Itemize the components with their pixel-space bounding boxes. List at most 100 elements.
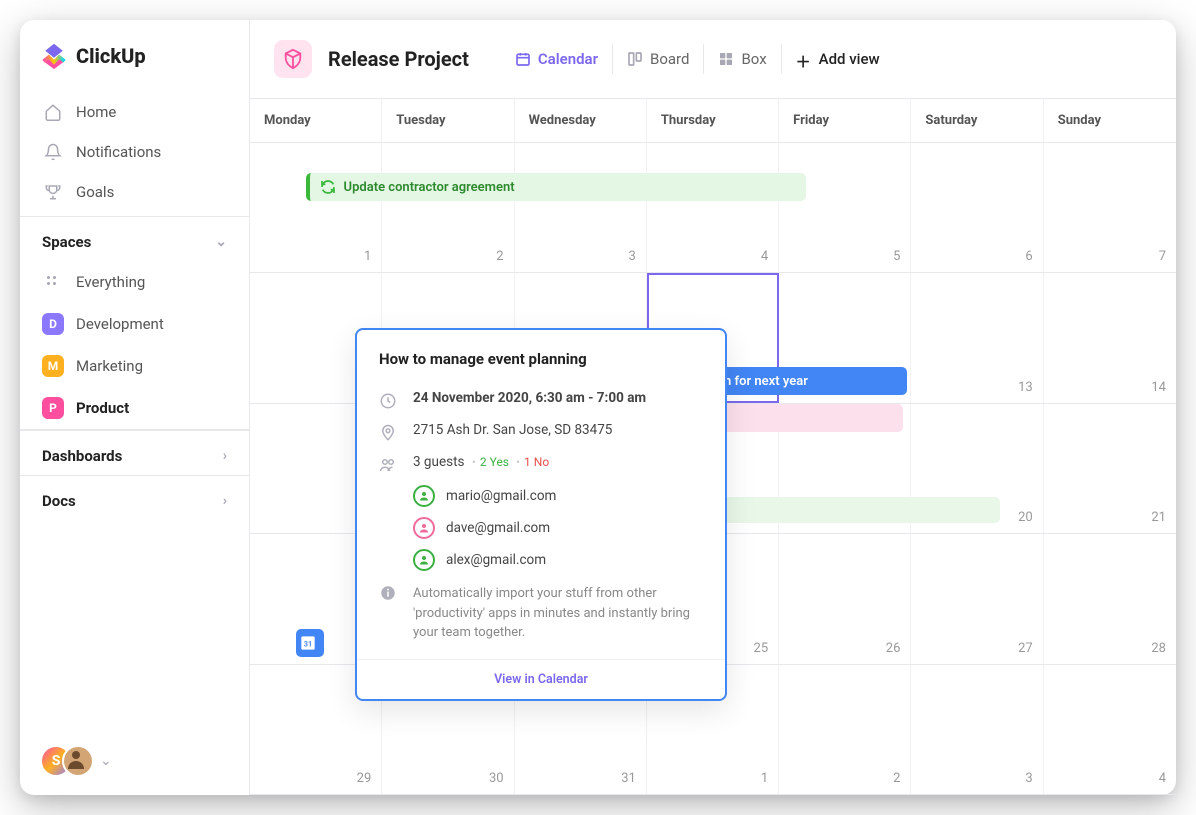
date-number: 2 (496, 249, 503, 264)
space-marketing[interactable]: M Marketing (20, 345, 249, 387)
date-number: 3 (1025, 771, 1032, 786)
chevron-right-icon: › (223, 493, 227, 509)
date-number: 25 (754, 641, 769, 656)
weekday-label: Wednesday (515, 99, 647, 142)
view-box[interactable]: Box (703, 44, 780, 74)
project-title: Release Project (328, 47, 469, 71)
svg-text:31: 31 (304, 639, 312, 648)
google-calendar-icon: 31 (300, 635, 316, 651)
calendar-cell[interactable]: 2 (779, 665, 911, 794)
location-icon (379, 424, 397, 442)
add-view-button[interactable]: ＋ Add view (781, 44, 894, 74)
guest-item: mario@gmail.com (413, 480, 725, 512)
calendar-cell[interactable]: 5 (779, 143, 911, 272)
calendar-cell[interactable]: 4 (1044, 665, 1176, 794)
event-update-contractor[interactable]: Update contractor agreement (306, 173, 806, 201)
trophy-icon (44, 183, 62, 201)
clickup-logo-icon (40, 42, 68, 70)
date-number: 3 (629, 249, 636, 264)
date-number: 4 (1159, 771, 1166, 786)
view-label: Box (741, 50, 766, 68)
popup-description: Automatically import your stuff from oth… (413, 584, 703, 643)
calendar-cell[interactable]: 3 (911, 665, 1043, 794)
date-number: 26 (886, 641, 901, 656)
weekday-label: Saturday (911, 99, 1043, 142)
calendar-cell[interactable]: 3 (515, 143, 647, 272)
calendar-cell[interactable]: 4 (647, 143, 779, 272)
calendar-cell[interactable]: 21 (1044, 404, 1176, 533)
guest-avatar (413, 517, 435, 539)
board-icon (627, 51, 643, 67)
dots-icon (42, 271, 64, 293)
docs-header[interactable]: Docs › (20, 475, 249, 520)
calendar-cell[interactable]: 27 (911, 534, 1043, 663)
date-number: 31 (621, 771, 636, 786)
date-number: 4 (761, 249, 768, 264)
clock-icon (379, 392, 397, 410)
space-everything[interactable]: Everything (20, 261, 249, 303)
guest-item: alex@gmail.com (413, 544, 725, 576)
calendar-cell[interactable]: 7 (1044, 143, 1176, 272)
box-icon (718, 51, 734, 67)
view-label: Calendar (538, 50, 598, 68)
date-number: 1 (761, 771, 768, 786)
date-number: 29 (357, 771, 372, 786)
date-number: 1 (364, 249, 371, 264)
view-in-calendar-link[interactable]: View in Calendar (357, 659, 725, 699)
space-label: Development (76, 315, 164, 333)
date-number: 5 (893, 249, 900, 264)
chevron-down-icon: ⌄ (100, 753, 112, 769)
calendar-cell[interactable]: 1 (250, 143, 382, 272)
nav-home[interactable]: Home (20, 92, 249, 132)
spaces-label: Spaces (42, 233, 91, 251)
date-number: 28 (1151, 641, 1166, 656)
spaces-header[interactable]: Spaces ⌄ (20, 216, 249, 261)
popup-datetime: 24 November 2020, 6:30 am - 7:00 am (413, 390, 646, 406)
date-number: 27 (1018, 641, 1033, 656)
space-development[interactable]: D Development (20, 303, 249, 345)
dashboards-header[interactable]: Dashboards › (20, 430, 249, 475)
weekday-label: Thursday (647, 99, 779, 142)
calendar-cell[interactable]: 6 (911, 143, 1043, 272)
view-calendar[interactable]: Calendar (501, 44, 612, 74)
chevron-down-icon: ⌄ (215, 234, 227, 250)
calendar-cell[interactable]: 14 (1044, 273, 1176, 402)
nav-label: Goals (76, 183, 114, 201)
date-number: 13 (1018, 380, 1033, 395)
date-number: 30 (489, 771, 504, 786)
space-product[interactable]: P Product (20, 387, 249, 429)
guest-item: dave@gmail.com (413, 512, 725, 544)
space-badge: M (42, 355, 64, 377)
weekday-label: Sunday (1044, 99, 1176, 142)
nav-label: Notifications (76, 143, 161, 161)
nav-goals[interactable]: Goals (20, 172, 249, 212)
space-label: Marketing (76, 357, 143, 375)
plus-icon: ＋ (796, 51, 812, 67)
event-details-popup: How to manage event planning 24 November… (355, 328, 727, 701)
popup-title: How to manage event planning (357, 330, 725, 384)
nav-notifications[interactable]: Notifications (20, 132, 249, 172)
add-view-label: Add view (819, 50, 880, 68)
calendar-icon (515, 51, 531, 67)
date-number: 6 (1025, 249, 1032, 264)
space-badge: P (42, 397, 64, 419)
calendar-cell[interactable]: 2 (382, 143, 514, 272)
calendar-cell[interactable]: 13 (911, 273, 1043, 402)
bell-icon (44, 143, 62, 161)
info-icon (379, 584, 397, 643)
calendar-weekday-header: Monday Tuesday Wednesday Thursday Friday… (250, 99, 1176, 143)
user-switcher[interactable]: S ⌄ (20, 727, 249, 795)
calendar-cell[interactable]: 26 (779, 534, 911, 663)
popup-location: 2715 Ash Dr. San Jose, SD 83475 (413, 422, 612, 438)
home-icon (44, 103, 62, 121)
brand-name: ClickUp (76, 44, 146, 68)
calendar-cell[interactable]: 28 (1044, 534, 1176, 663)
guest-avatar (413, 549, 435, 571)
avatar (62, 745, 94, 777)
guest-count: 3 guests (413, 454, 464, 470)
chevron-right-icon: › (223, 448, 227, 464)
event-blue-small[interactable]: 31 (296, 629, 324, 657)
brand-logo[interactable]: ClickUp (20, 20, 249, 88)
people-icon (379, 456, 397, 474)
view-board[interactable]: Board (612, 44, 703, 74)
